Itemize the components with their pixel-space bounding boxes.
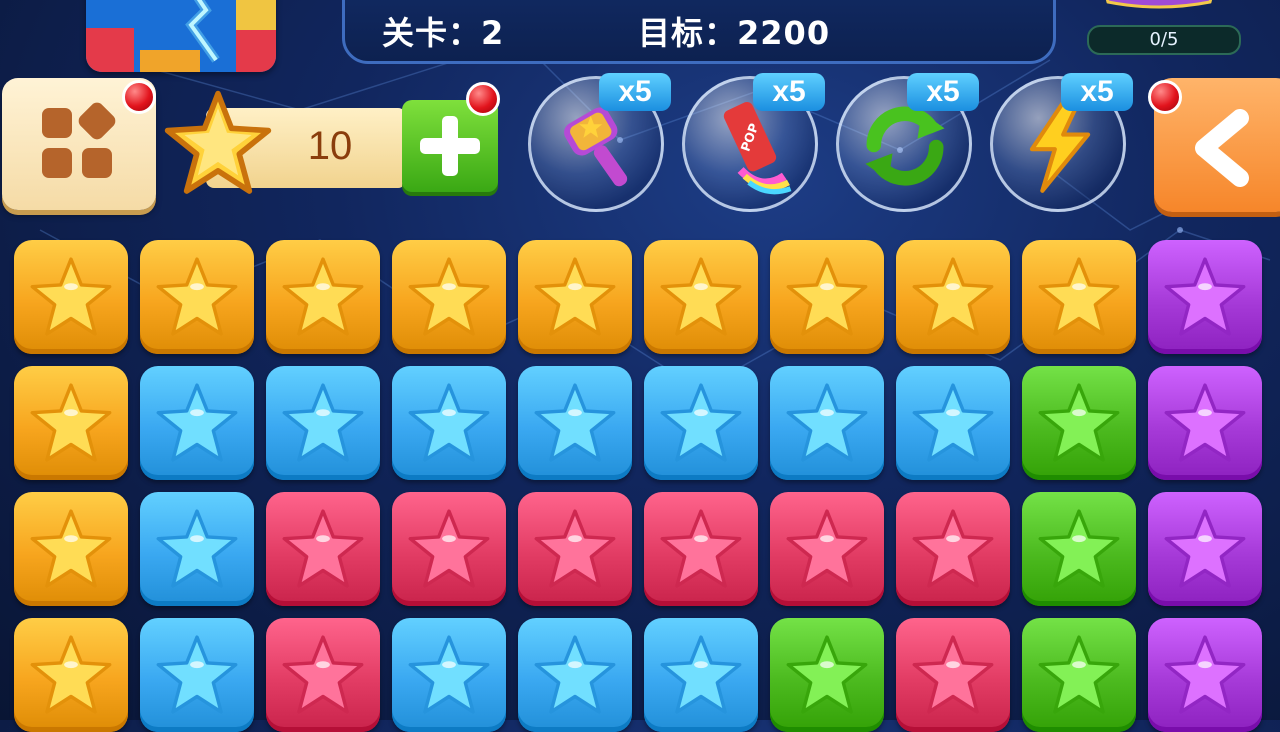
star-block-purple[interactable] (1148, 618, 1262, 732)
star-icon (660, 635, 742, 714)
star-icon (912, 509, 994, 588)
star-block-orange[interactable] (896, 240, 1010, 354)
star-block-orange[interactable] (518, 240, 632, 354)
star-icon (660, 257, 742, 336)
star-block-blue[interactable] (266, 366, 380, 480)
star-block-red[interactable] (644, 492, 758, 606)
star-icon (660, 509, 742, 588)
star-icon (534, 383, 616, 462)
star-block-blue[interactable] (644, 618, 758, 732)
star-icon (1038, 635, 1120, 714)
star-block-red[interactable] (518, 492, 632, 606)
star-block-red[interactable] (896, 492, 1010, 606)
star-icon (30, 257, 112, 336)
star-block-blue[interactable] (770, 366, 884, 480)
star-block-red[interactable] (266, 618, 380, 732)
star-block-red[interactable] (770, 492, 884, 606)
star-block-green[interactable] (1022, 492, 1136, 606)
star-block-green[interactable] (770, 618, 884, 732)
star-block-orange[interactable] (140, 240, 254, 354)
star-block-orange[interactable] (14, 492, 128, 606)
star-block-orange[interactable] (770, 240, 884, 354)
star-icon (156, 635, 238, 714)
star-icon (534, 509, 616, 588)
star-board (0, 0, 1280, 732)
star-icon (912, 383, 994, 462)
star-icon (156, 257, 238, 336)
star-icon (30, 635, 112, 714)
star-icon (786, 257, 868, 336)
star-block-orange[interactable] (1022, 240, 1136, 354)
star-block-blue[interactable] (140, 366, 254, 480)
star-block-red[interactable] (392, 492, 506, 606)
star-icon (786, 383, 868, 462)
star-icon (912, 257, 994, 336)
star-icon (1038, 257, 1120, 336)
star-icon (786, 635, 868, 714)
star-block-purple[interactable] (1148, 492, 1262, 606)
star-block-blue[interactable] (392, 366, 506, 480)
star-block-purple[interactable] (1148, 240, 1262, 354)
star-icon (1164, 257, 1246, 336)
star-block-blue[interactable] (140, 618, 254, 732)
star-block-orange[interactable] (392, 240, 506, 354)
star-icon (408, 383, 490, 462)
star-icon (1038, 509, 1120, 588)
star-icon (1164, 509, 1246, 588)
star-block-blue[interactable] (644, 366, 758, 480)
star-icon (30, 383, 112, 462)
star-block-orange[interactable] (14, 366, 128, 480)
star-block-green[interactable] (1022, 366, 1136, 480)
star-block-blue[interactable] (518, 618, 632, 732)
star-icon (282, 257, 364, 336)
star-icon (534, 257, 616, 336)
star-icon (534, 635, 616, 714)
star-icon (408, 635, 490, 714)
star-icon (408, 509, 490, 588)
star-icon (912, 635, 994, 714)
star-icon (282, 383, 364, 462)
star-block-orange[interactable] (266, 240, 380, 354)
star-icon (1038, 383, 1120, 462)
star-block-green[interactable] (1022, 618, 1136, 732)
star-icon (408, 257, 490, 336)
star-block-orange[interactable] (14, 240, 128, 354)
star-block-purple[interactable] (1148, 366, 1262, 480)
star-block-blue[interactable] (140, 492, 254, 606)
star-icon (1164, 635, 1246, 714)
star-icon (282, 509, 364, 588)
star-icon (156, 383, 238, 462)
star-block-red[interactable] (896, 618, 1010, 732)
star-block-blue[interactable] (518, 366, 632, 480)
star-block-blue[interactable] (896, 366, 1010, 480)
star-icon (282, 635, 364, 714)
star-block-orange[interactable] (14, 618, 128, 732)
star-block-red[interactable] (266, 492, 380, 606)
star-icon (786, 509, 868, 588)
star-icon (660, 383, 742, 462)
star-icon (30, 509, 112, 588)
star-icon (156, 509, 238, 588)
star-block-orange[interactable] (644, 240, 758, 354)
star-block-blue[interactable] (392, 618, 506, 732)
star-icon (1164, 383, 1246, 462)
